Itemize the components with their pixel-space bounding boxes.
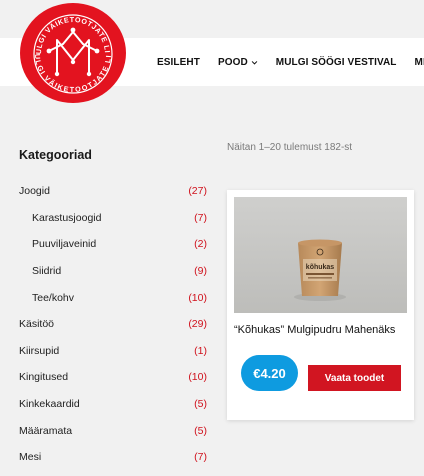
price-badge: €4.20: [241, 355, 298, 391]
results-count: Näitan 1–20 tulemust 182-st: [227, 142, 353, 153]
category-count: (5): [194, 424, 207, 437]
view-product-button[interactable]: Vaata toodet: [308, 365, 401, 391]
category-count: (27): [188, 185, 207, 198]
category-item-puuviljaveinid[interactable]: Puuviljaveinid (2): [19, 231, 207, 258]
category-label: Siidrid: [32, 265, 62, 278]
category-item-siidrid[interactable]: Siidrid (9): [19, 258, 207, 285]
category-count: (29): [188, 318, 207, 331]
category-label: Kinkekaardid: [19, 398, 80, 411]
category-list: Joogid (27) Karastusjoogid (7) Puuviljav…: [19, 178, 207, 471]
category-label: Kiirsupid: [19, 344, 60, 357]
product-card: kõhukas “Kõhukas” Mulgipudru Mahenäks €4…: [227, 190, 414, 420]
nav-item-pood[interactable]: POOD: [218, 57, 258, 68]
product-image-label: kõhukas: [306, 264, 335, 271]
category-label: Tee/kohv: [32, 291, 75, 304]
category-label: Mesi: [19, 451, 42, 464]
nav-item-label: POOD: [217, 56, 248, 68]
category-label: Käsitöö: [19, 318, 55, 331]
category-count: (10): [188, 371, 207, 384]
category-count: (10): [188, 291, 207, 304]
product-photo-icon: kõhukas: [234, 197, 407, 313]
category-item-kinkekaardid[interactable]: Kinkekaardid (5): [19, 391, 207, 418]
category-label: Puuviljaveinid: [32, 238, 97, 251]
sidebar-title: Kategooriad: [19, 148, 92, 162]
main-nav: ESILEHT POOD MULGI SÖÖGI VESTIVAL MEI: [157, 38, 424, 86]
category-label: Joogid: [19, 185, 50, 198]
category-item-mesi[interactable]: Mesi (7): [19, 444, 207, 471]
category-count: (5): [194, 398, 207, 411]
nav-item-esileht[interactable]: ESILEHT: [157, 57, 200, 68]
category-item-kasitoo[interactable]: Käsitöö (29): [19, 311, 207, 338]
nav-item-mei[interactable]: MEI: [415, 57, 424, 68]
logo-emblem-icon: MULGI VÄIKETOOTJATE LIIT MULGI VÄIKETOOT…: [16, 0, 126, 103]
category-item-maaramata[interactable]: Määramata (5): [19, 417, 207, 444]
site-logo[interactable]: MULGI VÄIKETOOTJATE LIIT MULGI VÄIKETOOT…: [16, 0, 127, 104]
category-item-tee-kohv[interactable]: Tee/kohv (10): [19, 284, 207, 311]
product-image[interactable]: kõhukas: [234, 197, 407, 313]
category-item-karastusjoogid[interactable]: Karastusjoogid (7): [19, 205, 207, 232]
category-count: (2): [194, 238, 207, 251]
nav-item-label: MULGI SÖÖGI VESTIVAL: [275, 56, 397, 68]
category-count: (9): [194, 265, 207, 278]
category-item-joogid[interactable]: Joogid (27): [19, 178, 207, 205]
category-label: Karastusjoogid: [32, 211, 102, 224]
product-title[interactable]: “Kõhukas” Mulgipudru Mahenäks: [234, 324, 414, 336]
nav-item-label: MEI: [414, 56, 424, 68]
category-count: (1): [194, 344, 207, 357]
category-item-kingitused[interactable]: Kingitused (10): [19, 364, 207, 391]
category-item-kiirsupid[interactable]: Kiirsupid (1): [19, 338, 207, 365]
category-count: (7): [194, 451, 207, 464]
nav-item-label: ESILEHT: [157, 56, 200, 68]
chevron-down-icon: [251, 60, 258, 65]
nav-item-mulgi-soogi-vestival[interactable]: MULGI SÖÖGI VESTIVAL: [276, 57, 397, 68]
category-label: Määramata: [19, 424, 73, 437]
category-label: Kingitused: [19, 371, 69, 384]
category-count: (7): [194, 211, 207, 224]
